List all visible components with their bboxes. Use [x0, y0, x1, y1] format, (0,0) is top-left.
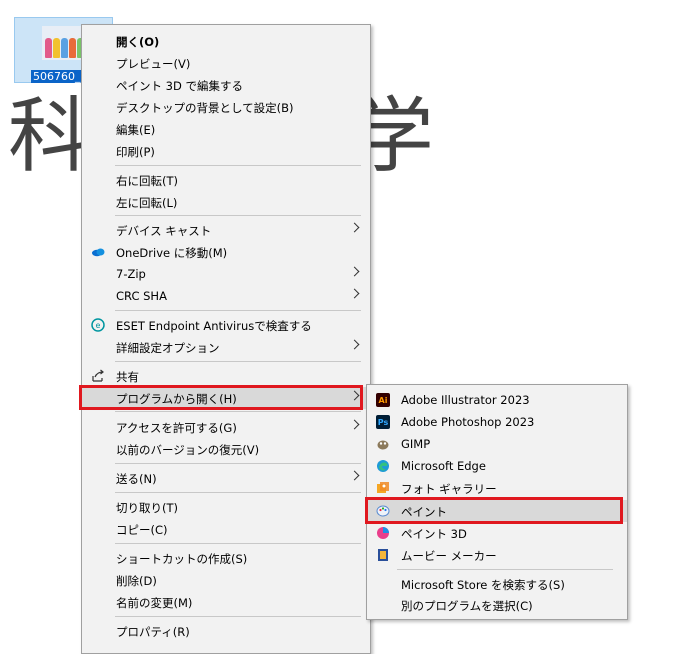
app-item-illustrator[interactable]: Ai Adobe Illustrator 2023 [367, 389, 627, 411]
menu-item-edit-paint3d[interactable]: ペイント 3D で編集する [82, 74, 370, 96]
app-item-choose-another[interactable]: 別のプログラムを選択(C) [367, 594, 627, 616]
svg-text:e: e [96, 321, 101, 330]
menu-item-cut[interactable]: 切り取り(T) [82, 496, 370, 518]
paint-3d-icon [376, 526, 390, 540]
menu-item-print[interactable]: 印刷(P) [82, 140, 370, 162]
edge-icon [376, 459, 390, 473]
menu-separator [115, 310, 361, 311]
photoshop-icon: Ps [376, 415, 390, 429]
app-item-photo-gallery[interactable]: フォト ギャラリー [367, 477, 627, 499]
chevron-right-icon [349, 288, 360, 299]
app-item-photoshop[interactable]: Ps Adobe Photoshop 2023 [367, 411, 627, 433]
chevron-right-icon [349, 419, 360, 430]
menu-item-delete[interactable]: 削除(D) [82, 569, 370, 591]
chevron-right-icon [349, 339, 360, 350]
menu-separator [115, 215, 361, 216]
share-icon [91, 369, 105, 383]
menu-separator [115, 616, 361, 617]
menu-item-copy[interactable]: コピー(C) [82, 518, 370, 540]
menu-item-onedrive[interactable]: OneDrive に移動(M) [82, 241, 370, 263]
menu-separator [115, 361, 361, 362]
movie-maker-icon [376, 548, 390, 562]
menu-item-share[interactable]: 共有 [82, 365, 370, 387]
menu-item-advanced-options[interactable]: 詳細設定オプション [82, 336, 370, 358]
menu-separator [115, 463, 361, 464]
app-item-edge[interactable]: Microsoft Edge [367, 455, 627, 477]
illustrator-icon: Ai [376, 393, 390, 407]
menu-item-crc-sha[interactable]: CRC SHA [82, 285, 370, 307]
app-item-gimp[interactable]: GIMP [367, 433, 627, 455]
photo-gallery-icon [376, 481, 390, 495]
menu-item-device-cast[interactable]: デバイス キャスト [82, 219, 370, 241]
background-text-left: 科 [8, 89, 91, 184]
menu-separator [397, 569, 613, 570]
menu-item-give-access[interactable]: アクセスを許可する(G) [82, 416, 370, 438]
chevron-right-icon [349, 222, 360, 233]
menu-item-set-background[interactable]: デスクトップの背景として設定(B) [82, 96, 370, 118]
highlight-box-open-with [79, 385, 363, 410]
menu-item-rotate-left[interactable]: 左に回転(L) [82, 191, 370, 213]
onedrive-icon [91, 245, 105, 259]
menu-item-eset-scan[interactable]: e ESET Endpoint Antivirusで検査する [82, 314, 370, 336]
menu-separator [115, 165, 361, 166]
menu-item-open[interactable]: 開く(O) [82, 30, 370, 52]
eset-icon: e [91, 318, 105, 332]
menu-item-restore-versions[interactable]: 以前のバージョンの復元(V) [82, 438, 370, 460]
gimp-icon [376, 437, 390, 451]
menu-item-properties[interactable]: プロパティ(R) [82, 620, 370, 642]
menu-separator [115, 492, 361, 493]
menu-item-preview[interactable]: プレビュー(V) [82, 52, 370, 74]
menu-separator [115, 543, 361, 544]
menu-item-rotate-right[interactable]: 右に回転(T) [82, 169, 370, 191]
menu-separator [115, 411, 361, 412]
menu-item-rename[interactable]: 名前の変更(M) [82, 591, 370, 613]
menu-item-send-to[interactable]: 送る(N) [82, 467, 370, 489]
app-item-paint-3d[interactable]: ペイント 3D [367, 522, 627, 544]
menu-item-edit[interactable]: 編集(E) [82, 118, 370, 140]
app-item-search-store[interactable]: Microsoft Store を検索する(S) [367, 573, 627, 595]
highlight-box-paint [365, 497, 623, 524]
app-item-movie-maker[interactable]: ムービー メーカー [367, 544, 627, 566]
menu-item-create-shortcut[interactable]: ショートカットの作成(S) [82, 547, 370, 569]
chevron-right-icon [349, 470, 360, 481]
chevron-right-icon [349, 266, 360, 277]
menu-item-7zip[interactable]: 7-Zip [82, 263, 370, 285]
context-menu: 開く(O) プレビュー(V) ペイント 3D で編集する デスクトップの背景とし… [81, 24, 371, 654]
